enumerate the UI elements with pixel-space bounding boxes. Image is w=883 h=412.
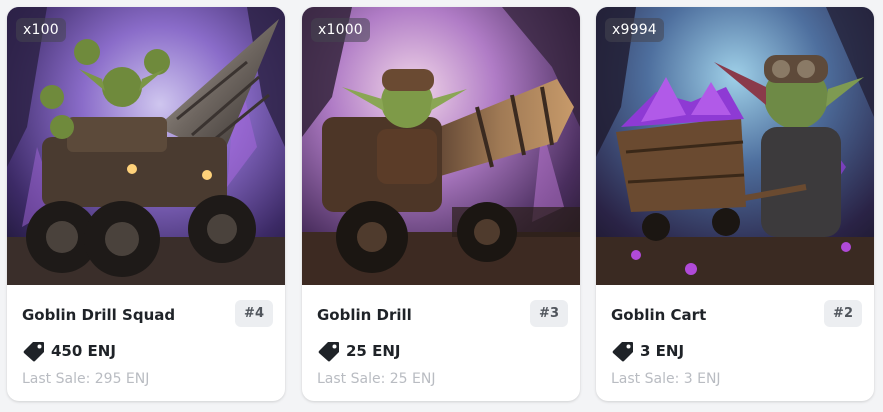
nft-image[interactable]: x9994 (596, 7, 874, 285)
card-info: Goblin Cart #2 3 ENJ Last Sale: 3 ENJ (596, 285, 874, 401)
price-tag-icon (317, 340, 341, 362)
nft-card[interactable]: x1000 Goblin Drill #3 25 ENJ Last Sale: … (302, 7, 580, 401)
price-value: 3 ENJ (640, 342, 685, 360)
rank-badge: #4 (235, 300, 273, 327)
price-value: 450 ENJ (51, 342, 116, 360)
price-row: 25 ENJ (317, 340, 400, 362)
nft-card[interactable]: x100 Goblin Drill Squad #4 450 ENJ Last … (7, 7, 285, 401)
card-info: Goblin Drill #3 25 ENJ Last Sale: 25 ENJ (302, 285, 580, 401)
nft-image[interactable]: x1000 (302, 7, 580, 285)
price-value: 25 ENJ (346, 342, 401, 360)
quantity-badge: x100 (16, 18, 66, 42)
nft-title[interactable]: Goblin Drill (317, 306, 412, 324)
nft-card[interactable]: x9994 Goblin Cart #2 3 ENJ Last Sale: 3 … (596, 7, 874, 401)
quantity-badge: x1000 (311, 18, 370, 42)
card-info: Goblin Drill Squad #4 450 ENJ Last Sale:… (7, 285, 285, 401)
last-sale: Last Sale: 25 ENJ (317, 371, 436, 387)
price-tag-icon (611, 340, 635, 362)
nft-card-grid: x100 Goblin Drill Squad #4 450 ENJ Last … (0, 0, 883, 412)
last-sale: Last Sale: 295 ENJ (22, 371, 150, 387)
price-tag-icon (22, 340, 46, 362)
last-sale: Last Sale: 3 ENJ (611, 371, 721, 387)
nft-title[interactable]: Goblin Drill Squad (22, 306, 175, 324)
rank-badge: #3 (530, 300, 568, 327)
rank-badge: #2 (824, 300, 862, 327)
nft-image[interactable]: x100 (7, 7, 285, 285)
nft-title[interactable]: Goblin Cart (611, 306, 706, 324)
quantity-badge: x9994 (605, 18, 664, 42)
price-row: 3 ENJ (611, 340, 684, 362)
price-row: 450 ENJ (22, 340, 116, 362)
